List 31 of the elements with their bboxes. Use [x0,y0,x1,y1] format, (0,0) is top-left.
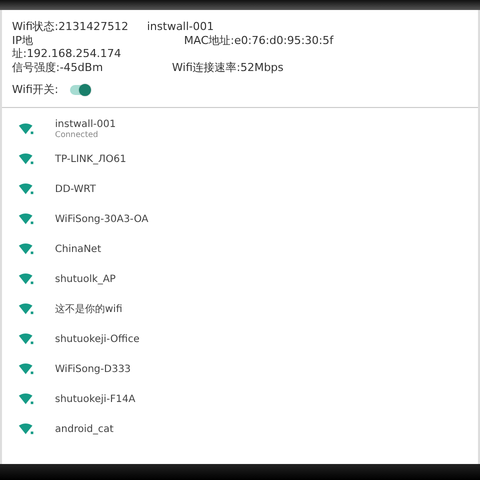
connection-status: Connected [55,130,100,139]
network-name[interactable]: DD-WRT [55,184,96,194]
network-name[interactable]: shutuokeji-F14A [55,394,136,404]
wifi-signal-icon [18,212,35,226]
wifi-signal-icon [18,332,35,346]
wifi-signal-icon [18,422,35,436]
wifi-signal-icon [18,182,35,196]
link-speed-text: Wifi连接速率:52Mbps [172,61,284,74]
wifi-state-text: Wifi状态:2131427512 [12,20,130,33]
network-name[interactable]: instwall-001 [55,119,116,130]
network-name[interactable]: WiFiSong-30A3-OA [55,214,148,224]
wifi-signal-icon [18,152,35,166]
network-name[interactable]: TP-LINK_ЛО61 [55,154,126,164]
network-name[interactable]: 这不是你的wifi [55,302,122,316]
wifi-signal-icon [18,272,35,286]
network-name[interactable]: shutuolk_AP [55,274,116,284]
wifi-toggle[interactable] [70,84,90,94]
wifi-signal-icon [18,362,35,376]
network-name[interactable]: shutuokeji-Office [55,334,140,344]
wifi-signal-icon [18,122,35,136]
network-name[interactable]: WiFiSong-D333 [55,364,131,374]
wifi-signal-icon [18,242,35,256]
wifi-signal-icon [18,392,35,406]
network-name[interactable]: android_cat [55,424,114,434]
ssid-text: instwall-001 [147,20,214,33]
network-name[interactable]: ChinaNet [55,244,102,254]
mac-address-text: MAC地址:e0:76:d0:95:30:5f [184,34,334,49]
ip-address-text: IP地址:192.168.254.174 [12,34,122,60]
wifi-signal-icon [18,302,35,316]
wifi-switch-label: Wifi开关: [12,82,58,97]
signal-strength-text: 信号强度:-45dBm [12,61,104,74]
